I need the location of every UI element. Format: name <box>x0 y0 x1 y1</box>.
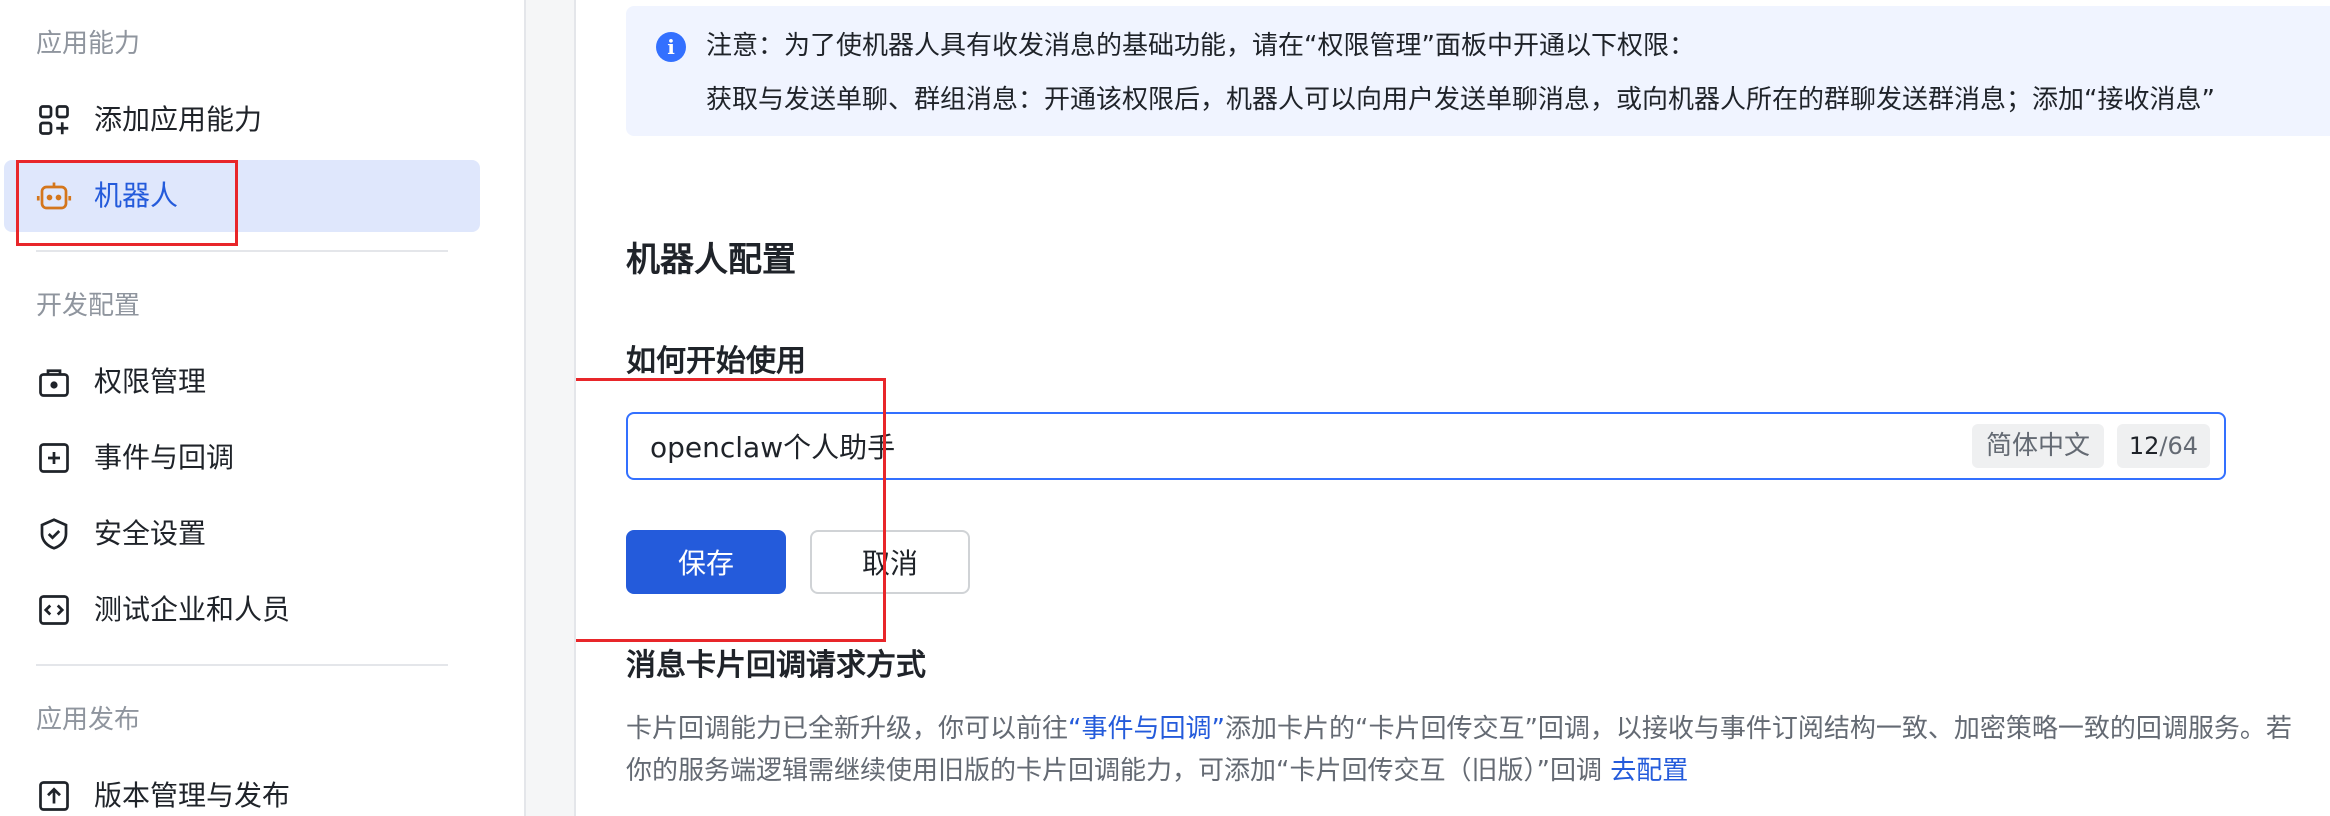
card-callback-description: 卡片回调能力已全新升级，你可以前往“事件与回调”添加卡片的“卡片回传交互”回调，… <box>626 708 2306 792</box>
permission-lock-icon <box>36 364 72 400</box>
event-plus-icon <box>36 440 72 476</box>
robot-icon <box>36 178 72 214</box>
shield-check-icon <box>36 516 72 552</box>
language-tag[interactable]: 简体中文 <box>1971 424 2104 468</box>
char-count-current: 12 <box>2128 432 2160 460</box>
card-desc-text-1: 卡片回调能力已全新升级，你可以前往 <box>626 714 1069 744</box>
sidebar-divider <box>36 664 448 666</box>
app-root: 应用能力 添加应用能力 机器人 开发配置 权限管理 事件与回调 安全设置 测试企… <box>0 0 2330 816</box>
sidebar: 应用能力 添加应用能力 机器人 开发配置 权限管理 事件与回调 安全设置 测试企… <box>0 0 526 816</box>
apps-add-icon <box>36 102 72 138</box>
notice-body: 获取与发送单聊、群组消息：开通该权限后，机器人可以向用户发送单聊消息，或向机器人… <box>706 85 2215 115</box>
events-callback-link[interactable]: “事件与回调” <box>1068 714 1225 744</box>
notice-banner: i 注意：为了使机器人具有收发消息的基础功能，请在“权限管理”面板中开通以下权限… <box>626 6 2330 136</box>
section-heading-robot-config: 机器人配置 <box>626 240 796 280</box>
sidebar-divider <box>36 250 448 252</box>
sidebar-item-version-publish[interactable]: 版本管理与发布 <box>4 760 480 816</box>
info-icon: i <box>656 32 686 62</box>
char-counter: 12/64 <box>2116 424 2210 468</box>
how-to-start-input-wrapper[interactable]: 简体中文 12/64 <box>626 412 2226 480</box>
save-button[interactable]: 保存 <box>626 530 786 594</box>
upload-version-icon <box>36 778 72 814</box>
sidebar-item-test-org[interactable]: 测试企业和人员 <box>4 574 480 646</box>
sidebar-item-robot[interactable]: 机器人 <box>4 160 480 232</box>
how-to-start-input[interactable] <box>650 414 1850 478</box>
sidebar-item-label: 添加应用能力 <box>94 103 263 136</box>
section-title-app-publish: 应用发布 <box>36 705 141 735</box>
cancel-button[interactable]: 取消 <box>810 530 970 594</box>
sidebar-item-label: 机器人 <box>94 179 179 212</box>
notice-title: 注意：为了使机器人具有收发消息的基础功能，请在“权限管理”面板中开通以下权限： <box>706 31 1695 61</box>
sidebar-item-label: 安全设置 <box>94 517 207 550</box>
sidebar-item-events[interactable]: 事件与回调 <box>4 422 480 494</box>
sidebar-item-label: 事件与回调 <box>94 441 235 474</box>
go-configure-link[interactable]: 去配置 <box>1610 756 1688 786</box>
char-count-max: /64 <box>2159 432 2198 460</box>
test-code-icon <box>36 592 72 628</box>
sidebar-item-add-capability[interactable]: 添加应用能力 <box>4 84 480 156</box>
sidebar-item-label: 版本管理与发布 <box>94 779 291 812</box>
content-gutter <box>526 0 576 816</box>
sidebar-item-permission[interactable]: 权限管理 <box>4 346 480 418</box>
section-title-dev-config: 开发配置 <box>36 291 141 321</box>
section-title-app-capability: 应用能力 <box>36 29 141 59</box>
sidebar-item-label: 权限管理 <box>94 365 207 398</box>
section-heading-card-callback: 消息卡片回调请求方式 <box>626 648 926 683</box>
field-label-how-to-start: 如何开始使用 <box>626 344 806 379</box>
sidebar-item-security[interactable]: 安全设置 <box>4 498 480 570</box>
sidebar-item-label: 测试企业和人员 <box>94 593 291 626</box>
main-content: i 注意：为了使机器人具有收发消息的基础功能，请在“权限管理”面板中开通以下权限… <box>576 0 2330 816</box>
